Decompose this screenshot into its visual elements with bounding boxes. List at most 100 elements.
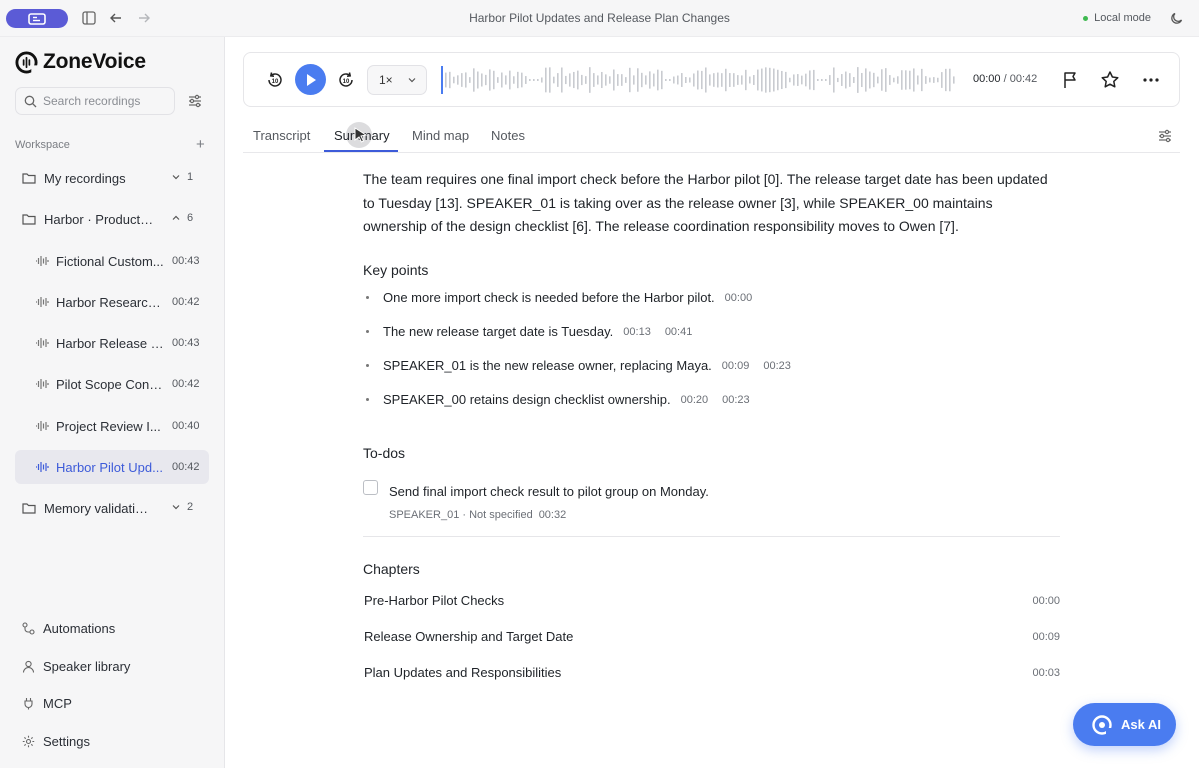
view-settings-icon[interactable] (1157, 128, 1173, 144)
chevron-down-icon[interactable] (170, 171, 182, 183)
waveform-bar (449, 71, 451, 89)
add-folder-button[interactable]: + (196, 136, 205, 153)
plug-icon (24, 697, 33, 709)
theme-toggle-button[interactable] (1169, 10, 1185, 26)
waveform-bar (493, 70, 495, 90)
tab-transcript[interactable]: Transcript (253, 128, 310, 143)
playback-speed-select[interactable]: 1× (367, 65, 427, 95)
folder-memory-validation[interactable]: Memory validation ... 2 (15, 492, 209, 524)
recording-title: Fictional Custom... (56, 253, 164, 269)
recording-item[interactable]: Project Review I... 00:40 (15, 409, 209, 443)
waveform-bar (833, 67, 835, 93)
timestamp-link[interactable]: 00:41 (665, 326, 693, 338)
waveform-bar (849, 73, 851, 87)
recording-item[interactable]: Harbor Research ... 00:42 (15, 285, 209, 319)
folder-count: 2 (187, 501, 194, 513)
waveform-icon (36, 338, 49, 348)
chevron-up-icon[interactable] (170, 212, 182, 224)
forward-10-icon[interactable]: 10 (336, 70, 356, 90)
tab-notes[interactable]: Notes (491, 128, 525, 143)
todo-checkbox[interactable] (363, 480, 378, 495)
nav-mcp[interactable]: MCP (15, 689, 209, 717)
chapter-time[interactable]: 00:03 (1032, 667, 1060, 679)
waveform-bar (805, 73, 807, 87)
chapter-title: Release Ownership and Target Date (364, 629, 574, 644)
nav-automations[interactable]: Automations (15, 614, 209, 642)
chapter-time[interactable]: 00:00 (1032, 595, 1060, 607)
waveform-bar (469, 77, 471, 83)
waveform-scrubber[interactable] (441, 65, 957, 95)
bullet-icon (366, 296, 369, 299)
folder-my-recordings[interactable]: My recordings 1 (15, 162, 209, 194)
star-icon[interactable] (1100, 70, 1120, 90)
audio-player: 10 10 1× 00:00 / 00:42 (243, 52, 1180, 107)
recording-duration: 00:40 (172, 420, 200, 432)
nav-settings[interactable]: Settings (15, 727, 209, 755)
folder-label: Harbor · Product c... (44, 211, 154, 227)
waveform-bar (577, 70, 579, 90)
timestamp-link[interactable]: 00:20 (681, 394, 709, 406)
more-options-icon[interactable] (1141, 70, 1161, 90)
svg-text:10: 10 (343, 79, 350, 85)
waveform-bar (489, 69, 491, 91)
chapter-item[interactable]: Pre-Harbor Pilot Checks 00:00 (364, 593, 1060, 608)
waveform-bar (813, 69, 815, 91)
todo-item: Send final import check result to pilot … (363, 480, 1060, 525)
waveform-bar (485, 74, 487, 86)
recording-item[interactable]: Pilot Scope Confi... 00:42 (15, 367, 209, 401)
waveform-bar (465, 72, 467, 88)
waveform-bar (733, 73, 735, 87)
waveform-bar (941, 72, 943, 88)
search-input[interactable] (43, 94, 163, 108)
waveform-bar (669, 79, 671, 81)
recording-title: Pilot Scope Confi... (56, 376, 164, 392)
waveform-bar (921, 68, 923, 92)
timestamp-link[interactable]: 00:32 (539, 509, 567, 521)
flag-icon[interactable] (1061, 70, 1081, 90)
waveform-bar (581, 74, 583, 86)
rewind-10-icon[interactable]: 10 (265, 70, 285, 90)
recording-item[interactable]: Fictional Custom... 00:43 (15, 244, 209, 278)
timestamp-link[interactable]: 00:09 (722, 360, 750, 372)
app-name: ZoneVoice (43, 50, 146, 73)
waveform-bar (761, 68, 763, 92)
recording-item-active[interactable]: Harbor Pilot Upd... 00:42 (15, 450, 209, 484)
timestamp-link[interactable]: 00:13 (623, 326, 651, 338)
current-time: 00:00 (973, 73, 1001, 85)
waveform-bar (481, 73, 483, 87)
waveform-bar (445, 72, 447, 88)
waveform-bar (629, 67, 631, 93)
waveform-bar (785, 71, 787, 89)
timestamp-link[interactable]: 00:00 (725, 292, 753, 304)
chapter-item[interactable]: Plan Updates and Responsibilities 00:03 (364, 665, 1060, 680)
search-box[interactable] (15, 87, 175, 115)
play-button[interactable] (295, 64, 326, 95)
chapter-item[interactable]: Release Ownership and Target Date 00:09 (364, 629, 1060, 644)
timestamp-link[interactable]: 00:23 (763, 360, 791, 372)
waveform-icon (36, 256, 49, 266)
recording-item[interactable]: Harbor Release P... 00:43 (15, 326, 209, 360)
chevron-down-icon[interactable] (170, 501, 182, 513)
waveform-bar (641, 72, 643, 88)
recording-title: Harbor Research ... (56, 294, 164, 310)
waveform-bar (509, 70, 511, 90)
ask-ai-button[interactable]: Ask AI (1073, 703, 1176, 746)
playhead[interactable] (441, 66, 443, 94)
recording-title: Harbor Pilot Upd... (56, 459, 163, 475)
waveform-bar (569, 73, 571, 87)
chapter-time[interactable]: 00:09 (1032, 631, 1060, 643)
summary-paragraph: The team requires one final import check… (363, 171, 1048, 234)
todo-text: Send final import check result to pilot … (389, 484, 709, 499)
waveform-icon (36, 462, 49, 472)
nav-speaker-library[interactable]: Speaker library (15, 652, 209, 680)
tab-mind-map[interactable]: Mind map (412, 128, 469, 143)
key-point-item: SPEAKER_00 retains design checklist owne… (363, 392, 750, 407)
waveform-bar (457, 75, 459, 85)
folder-harbor-product[interactable]: Harbor · Product c... 6 (15, 203, 209, 235)
time-separator: / (1000, 73, 1010, 85)
summary-content: The team requires one final import check… (363, 168, 1060, 680)
waveform-bar (605, 74, 607, 86)
filter-icon[interactable] (187, 93, 203, 109)
waveform-bar (557, 73, 559, 87)
timestamp-link[interactable]: 00:23 (722, 394, 750, 406)
